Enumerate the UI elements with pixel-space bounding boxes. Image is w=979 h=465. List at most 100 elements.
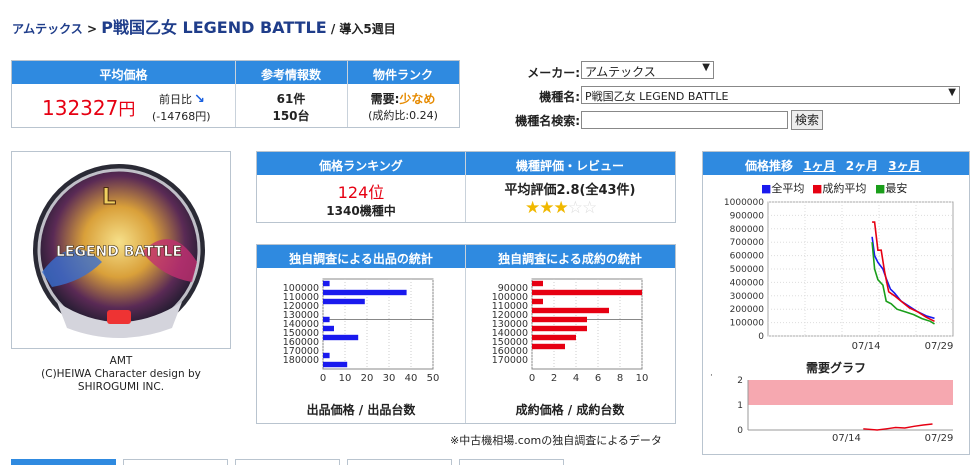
- info-count-header: 参考情報数: [235, 66, 347, 83]
- y-tick-label: 900000: [730, 211, 765, 221]
- high-demand-band: [748, 380, 953, 405]
- breadcrumb-separator: >: [87, 22, 98, 36]
- price-trend-chart: ■全平均 ■成約平均 ■最安1000000900000800000700000600…: [724, 181, 954, 352]
- x-tick-label: 07/14: [832, 433, 861, 444]
- y-tick-label: 1000000: [724, 198, 764, 208]
- demand-chart: 2 1 0 · 07/14 07/29: [710, 374, 953, 444]
- y-tick-label: 400000: [730, 278, 765, 288]
- y-tick-label: 700000: [730, 238, 765, 248]
- legend-item: ■全平均: [761, 181, 804, 195]
- caption-line: SHIROGUMI INC.: [77, 381, 165, 393]
- bar: [323, 298, 365, 305]
- x-tick-label: 0: [529, 373, 535, 384]
- bottom-tab[interactable]: [123, 459, 228, 465]
- star-full-icon: ★: [525, 198, 540, 218]
- info-count-items: 61件: [276, 92, 306, 106]
- rank-header: 物件ランク: [347, 66, 459, 83]
- review-header: 機種評価・レビュー: [465, 157, 675, 174]
- maker-select[interactable]: アムテックス ▼: [581, 61, 714, 79]
- contract-stats-header: 独自調査による成約の統計: [465, 250, 675, 267]
- caption-line: AMT: [109, 355, 133, 367]
- bar: [323, 280, 330, 287]
- rating-stars[interactable]: ★★★☆☆: [525, 198, 597, 218]
- bar: [532, 316, 587, 323]
- legend-item: ■最安: [875, 181, 907, 195]
- bottom-tab[interactable]: [459, 459, 564, 465]
- star-partial-icon: ★: [553, 198, 569, 218]
- bar: [532, 298, 543, 305]
- y-tick-label: 600000: [730, 252, 765, 262]
- model-select[interactable]: P戦国乙女 LEGEND BATTLE ▼: [581, 86, 960, 104]
- page-title[interactable]: P戦国乙女 LEGEND BATTLE: [101, 18, 326, 37]
- y-tick-label: 180000: [283, 355, 319, 366]
- query-input[interactable]: [581, 111, 788, 129]
- ranking-header: 価格ランキング: [257, 157, 465, 174]
- legend-item: ■成約平均: [812, 181, 866, 195]
- series-line: [871, 236, 935, 320]
- breadcrumb-maker-link[interactable]: アムテックス: [12, 22, 83, 36]
- tab-1month[interactable]: 1ヶ月: [803, 159, 835, 173]
- y-tick-label: 100000: [730, 319, 765, 329]
- logo-text: LEGEND BATTLE: [56, 244, 182, 260]
- bar: [323, 325, 334, 332]
- x-tick-label: 10: [339, 373, 352, 384]
- y-tick-label: 500000: [730, 265, 765, 275]
- tab-3month[interactable]: 3ヶ月: [888, 159, 920, 173]
- x-tick-label: 6: [595, 373, 601, 384]
- bar: [532, 280, 543, 287]
- y-tick-label: 800000: [730, 225, 765, 235]
- bar: [323, 316, 330, 323]
- trend-header: 価格推移: [745, 159, 794, 173]
- contract-stats-chart: 0 2 4 6 8 10900001000001100001200001300001400…: [492, 278, 649, 384]
- prev-day-diff: (-14768円): [152, 110, 211, 123]
- contract-xlabel: 成約価格 / 成約台数: [515, 403, 625, 417]
- y-tick-label: 170000: [492, 355, 528, 366]
- bottom-tab-active[interactable]: [11, 459, 116, 465]
- bar: [323, 334, 359, 341]
- stats-table: 独自調査による出品の統計 独自調査による成約の統計 0 10 20 30 40 50 10 0…: [256, 244, 676, 424]
- maker-label: メーカー:: [527, 66, 580, 80]
- bar: [532, 307, 609, 314]
- summary-table: 平均価格 参考情報数 物件ランク 132327円 前日比 ↘ (-14768円) …: [11, 60, 460, 128]
- bottom-tab[interactable]: [235, 459, 340, 465]
- star-empty-icon: ☆: [567, 198, 583, 218]
- bar: [323, 289, 407, 296]
- demand-rank: 需要:少なめ: [370, 92, 436, 106]
- bar: [532, 289, 642, 296]
- tab-2month[interactable]: 2ヶ月: [846, 159, 878, 173]
- caption-line: (C)HEIWA Character design by: [41, 368, 201, 380]
- ranking-of: 1340機種中: [326, 204, 396, 218]
- listing-stats-header: 独自調査による出品の統計: [257, 250, 465, 267]
- bar: [323, 352, 330, 359]
- machine-image[interactable]: LEGEND BATTLE L: [12, 152, 230, 348]
- y-tick-label: 200000: [730, 305, 765, 315]
- contract-ratio: (成約比:0.24): [368, 109, 438, 122]
- star-empty-icon: ☆: [582, 198, 597, 218]
- avg-price-value: 132327円: [42, 96, 136, 120]
- ranking-value: 124位: [337, 183, 385, 202]
- trend-tabs: 価格推移 1ヶ月 2ヶ月 3ヶ月: [745, 157, 921, 174]
- intro-week: / 導入5週目: [330, 22, 396, 36]
- svg-text:L: L: [102, 185, 116, 210]
- chevron-down-icon: ▼: [702, 62, 710, 73]
- x-tick-label: 4: [573, 373, 579, 384]
- model-label: 機種名:: [539, 90, 580, 104]
- query-label: 機種名検索:: [515, 114, 580, 128]
- y-tick-label: 2: [737, 376, 743, 386]
- prev-day-label: 前日比 ↘: [159, 92, 205, 107]
- x-tick-label: 8: [617, 373, 623, 384]
- x-tick-label: 10: [636, 373, 649, 384]
- y-tick-label: 1: [737, 401, 743, 411]
- bar: [532, 334, 576, 341]
- demand-line: [863, 423, 933, 431]
- x-tick-label: 2: [551, 373, 557, 384]
- x-tick-label: 50: [427, 373, 440, 384]
- x-tick-label: 30: [383, 373, 396, 384]
- review-summary: 平均評価2.8(全43件): [504, 183, 636, 198]
- search-button[interactable]: 検索: [791, 110, 824, 130]
- tick-mark: ·: [710, 374, 713, 381]
- image-caption: AMT (C)HEIWA Character design by SHIROGU…: [21, 355, 221, 394]
- star-full-icon: ★: [539, 198, 554, 218]
- y-tick-label: 0: [758, 332, 764, 342]
- bottom-tab[interactable]: [347, 459, 452, 465]
